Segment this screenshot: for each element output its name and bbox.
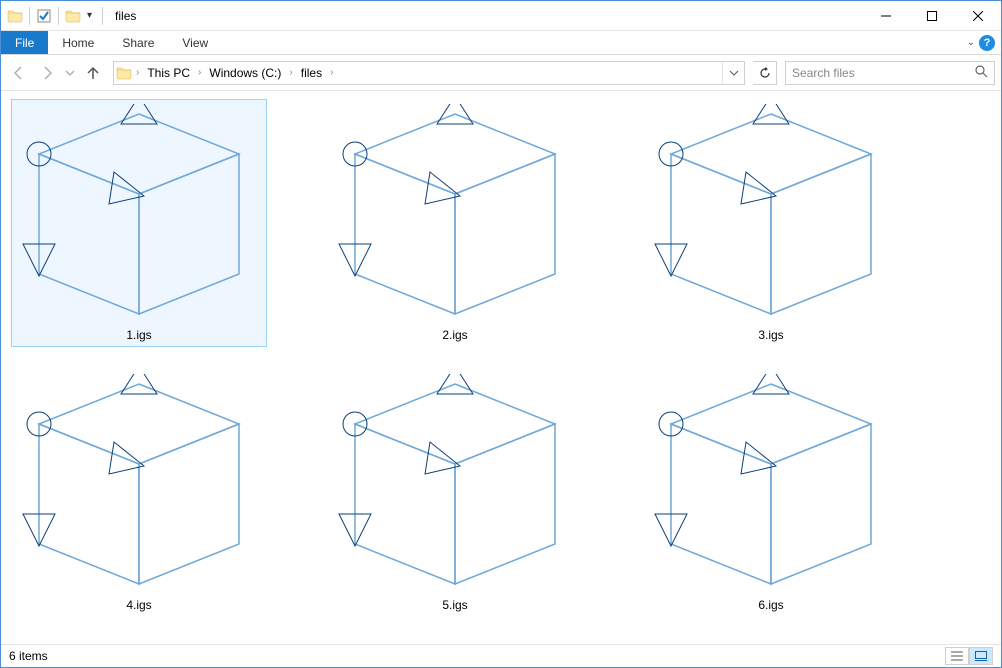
file-item[interactable]: 6.igs	[643, 369, 899, 617]
file-item[interactable]: 3.igs	[643, 99, 899, 347]
forward-button[interactable]	[35, 61, 59, 85]
file-item[interactable]: 2.igs	[327, 99, 583, 347]
minimize-button[interactable]	[863, 1, 909, 31]
status-bar: 6 items	[1, 644, 1001, 667]
item-count-label: 6 items	[9, 649, 48, 663]
file-name-label: 1.igs	[126, 328, 151, 342]
quick-access-toolbar: ▾ files	[1, 1, 136, 30]
chevron-right-icon[interactable]: ›	[196, 67, 203, 78]
igs-file-icon	[325, 374, 585, 594]
file-name-label: 6.igs	[758, 598, 783, 612]
search-icon[interactable]	[974, 64, 988, 81]
maximize-button[interactable]	[909, 1, 955, 31]
file-grid: 1.igs 2.igs 3.igs 4.igs 5.igs 6.igs	[11, 99, 991, 617]
chevron-right-icon[interactable]: ›	[287, 67, 294, 78]
file-name-label: 2.igs	[442, 328, 467, 342]
separator	[29, 7, 30, 25]
details-view-button[interactable]	[945, 647, 969, 665]
file-name-label: 3.igs	[758, 328, 783, 342]
folder-icon	[7, 8, 23, 24]
file-item[interactable]: 5.igs	[327, 369, 583, 617]
quick-access-dropdown-icon[interactable]: ▾	[83, 10, 96, 21]
search-box[interactable]	[785, 61, 995, 85]
breadcrumb-drive[interactable]: Windows (C:)	[205, 66, 285, 80]
navigation-bar: › This PC › Windows (C:) › files ›	[1, 55, 1001, 91]
title-bar: ▾ files	[1, 1, 1001, 31]
folder-icon	[65, 8, 81, 24]
chevron-right-icon[interactable]: ›	[134, 67, 141, 78]
breadcrumb-folder[interactable]: files	[297, 66, 326, 80]
igs-file-icon	[9, 104, 269, 324]
help-icon[interactable]: ?	[979, 35, 995, 51]
igs-file-icon	[641, 104, 901, 324]
search-input[interactable]	[792, 66, 974, 80]
up-button[interactable]	[81, 61, 105, 85]
view-switcher	[945, 647, 993, 665]
igs-file-icon	[641, 374, 901, 594]
back-button[interactable]	[7, 61, 31, 85]
tab-share[interactable]: Share	[108, 31, 168, 54]
window-controls	[863, 1, 1001, 31]
window-title: files	[115, 9, 136, 23]
ribbon-collapse-icon[interactable]: ⌄	[967, 37, 975, 48]
tab-home[interactable]: Home	[48, 31, 108, 54]
igs-file-icon	[325, 104, 585, 324]
properties-icon[interactable]	[36, 8, 52, 24]
separator	[102, 7, 103, 25]
address-history-dropdown[interactable]	[722, 62, 744, 84]
breadcrumb-this-pc[interactable]: This PC	[143, 66, 194, 80]
close-button[interactable]	[955, 1, 1001, 31]
file-item[interactable]: 4.igs	[11, 369, 267, 617]
large-icons-view-button[interactable]	[969, 647, 993, 665]
recent-locations-button[interactable]	[63, 61, 77, 85]
file-name-label: 4.igs	[126, 598, 151, 612]
address-bar[interactable]: › This PC › Windows (C:) › files ›	[113, 61, 745, 85]
file-name-label: 5.igs	[442, 598, 467, 612]
chevron-right-icon[interactable]: ›	[328, 67, 335, 78]
file-list-pane[interactable]: 1.igs 2.igs 3.igs 4.igs 5.igs 6.igs	[1, 91, 1001, 644]
tab-file[interactable]: File	[1, 31, 48, 54]
folder-icon	[116, 65, 132, 81]
refresh-button[interactable]	[753, 61, 777, 85]
separator	[58, 7, 59, 25]
ribbon: File Home Share View ⌄ ?	[1, 31, 1001, 55]
igs-file-icon	[9, 374, 269, 594]
file-item[interactable]: 1.igs	[11, 99, 267, 347]
tab-view[interactable]: View	[168, 31, 222, 54]
